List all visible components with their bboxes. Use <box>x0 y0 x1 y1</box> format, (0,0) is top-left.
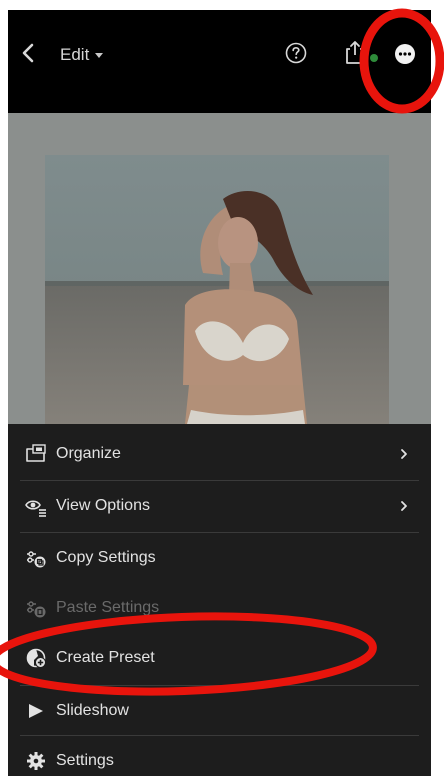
menu-item-label: Settings <box>56 752 114 769</box>
menu-item-settings[interactable]: Settings <box>8 735 431 776</box>
organize-icon <box>24 442 48 466</box>
menu-item-create-preset[interactable]: Create Preset <box>8 632 431 684</box>
top-bar: Edit <box>8 10 431 113</box>
menu-item-label: Organize <box>56 445 121 462</box>
menu-item-slideshow[interactable]: Slideshow <box>8 685 431 737</box>
gear-icon <box>24 749 48 773</box>
menu-item-label: Paste Settings <box>56 599 160 616</box>
edit-dropdown-label: Edit <box>60 45 90 64</box>
menu-item-label: Slideshow <box>56 702 129 719</box>
app-screen: Edit Organize View Options Copy Settings… <box>8 10 431 776</box>
menu-item-paste-settings[interactable]: Paste Settings <box>8 582 431 634</box>
chevron-right-icon <box>399 499 409 513</box>
more-options-menu: Organize View Options Copy Settings Past… <box>8 424 431 776</box>
edit-dropdown[interactable]: Edit <box>60 40 104 70</box>
paste-settings-icon <box>24 596 48 620</box>
menu-item-label: Create Preset <box>56 649 155 666</box>
view-options-icon <box>24 494 48 518</box>
back-chevron-icon[interactable] <box>18 38 40 68</box>
menu-item-copy-settings[interactable]: Copy Settings <box>8 532 431 584</box>
menu-item-label: View Options <box>56 497 150 514</box>
menu-item-view-options[interactable]: View Options <box>8 480 431 532</box>
sync-icon[interactable] <box>361 40 387 70</box>
more-options-icon[interactable] <box>394 43 416 65</box>
chevron-right-icon <box>399 447 409 461</box>
copy-settings-icon <box>24 546 48 570</box>
menu-item-label: Copy Settings <box>56 549 156 566</box>
photo-canvas <box>8 113 431 424</box>
play-icon <box>24 699 48 723</box>
photo-preview[interactable] <box>45 155 389 424</box>
caret-down-icon <box>95 52 104 58</box>
help-icon[interactable] <box>284 41 308 65</box>
create-preset-icon <box>24 646 48 670</box>
menu-item-organize[interactable]: Organize <box>8 428 431 480</box>
